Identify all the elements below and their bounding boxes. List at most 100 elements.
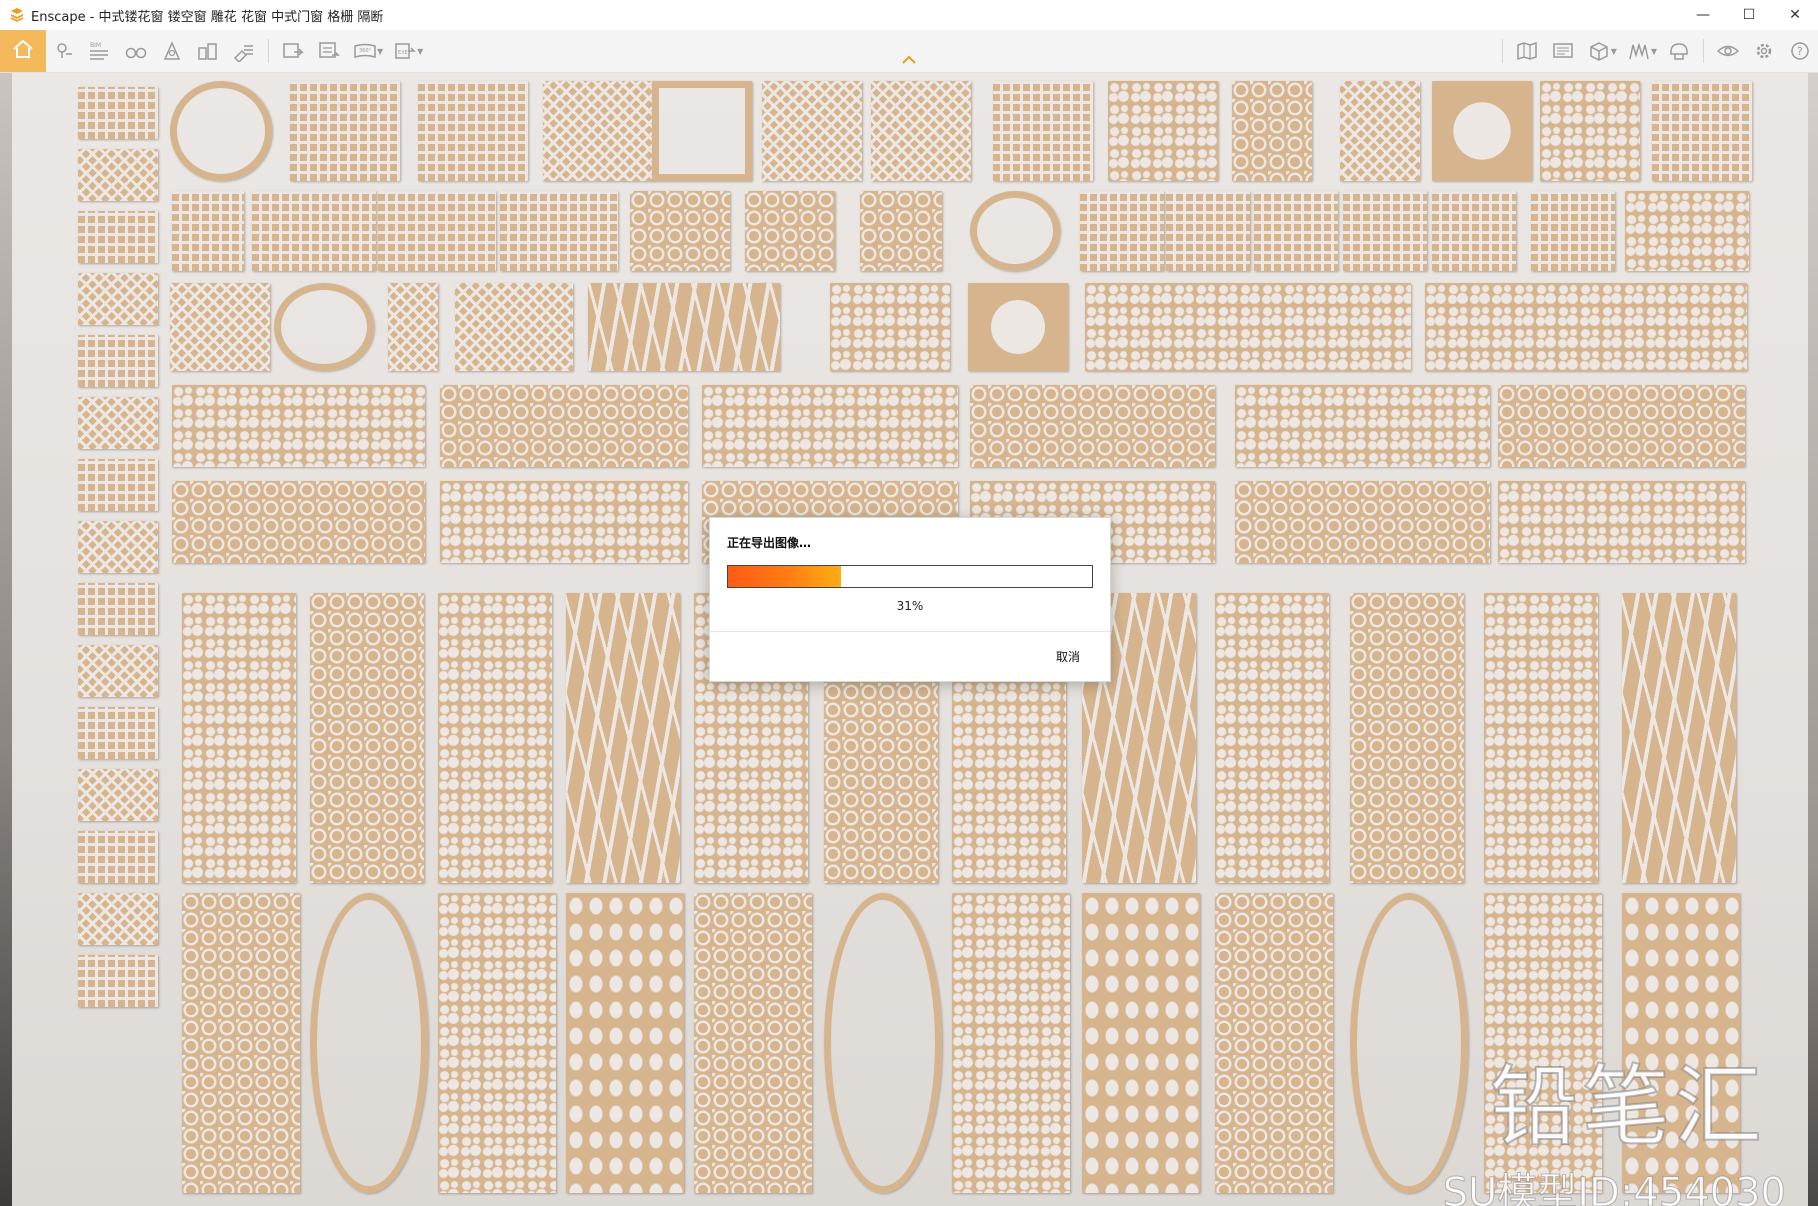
carved-wood-panel [1432,191,1516,271]
minimize-button[interactable]: — [1680,0,1726,30]
dialog-divider [710,631,1110,632]
material-editor-icon [1627,40,1651,62]
help-button[interactable]: ? [1782,30,1818,72]
progress-percent: 31% [896,599,924,613]
watermark-model-id: SU模型ID:454030 [1442,1170,1786,1206]
carved-wood-panel [566,593,680,883]
batch-render-icon [317,40,341,62]
carved-wood-panel [543,81,653,181]
carved-wood-panel [952,893,1070,1193]
carved-wood-panel [78,955,158,1007]
carved-wood-panel [1085,283,1411,371]
carved-wood-panel [1232,81,1312,181]
carved-wood-panel [871,81,971,181]
carved-wood-panel [968,283,1068,371]
carved-wood-panel [172,385,425,467]
material-editor-button[interactable] [1621,30,1657,72]
carved-wood-panel [1082,893,1200,1193]
asset-library-button[interactable] [1581,30,1617,72]
carved-wood-panel [78,273,158,325]
carved-wood-panel [182,593,296,883]
home-button[interactable] [0,30,46,72]
carved-wood-panel [78,521,158,573]
carved-wood-panel [78,397,158,449]
carved-wood-panel [830,283,950,371]
bim-button[interactable]: BIM [82,30,118,72]
visual-settings-button[interactable] [1710,30,1746,72]
carved-wood-panel [290,81,400,181]
carved-wood-panel [252,191,376,271]
carved-wood-panel [1540,81,1640,181]
carved-wood-panel [78,583,158,635]
carved-wood-panel [970,191,1060,271]
carved-wood-panel [388,283,438,371]
views-button[interactable] [118,30,154,72]
maximize-button[interactable]: ☐ [1726,0,1772,30]
carved-wood-panel [172,481,425,563]
toolbar-separator [268,39,269,63]
window-title: Enscape - 中式镂花窗 镂空窗 雕花 花窗 中式门窗 格栅 隔断 [31,9,384,25]
carved-wood-panel [500,191,618,271]
rename-button[interactable] [226,30,262,72]
video-editor-button[interactable] [1545,30,1581,72]
carved-wood-panel [993,81,1093,181]
rename-icon [232,40,256,62]
carved-wood-panel [170,283,270,371]
panorama-button[interactable]: 360° [347,30,383,72]
carved-wood-panel [824,893,942,1193]
export-button[interactable]: EXE [387,30,423,72]
batch-render-button[interactable] [311,30,347,72]
map-button[interactable] [1509,30,1545,72]
buildings-icon [196,40,220,62]
carved-wood-panel [702,385,958,467]
carved-wood-panel [78,211,158,263]
carved-wood-panel [1350,593,1464,883]
assets-button[interactable] [190,30,226,72]
carved-wood-panel [694,893,812,1193]
carved-wood-panel [1652,81,1752,181]
svg-text:EXE: EXE [398,50,408,56]
viewport-left-edge [0,73,12,1206]
carved-wood-panel [1625,191,1749,271]
carved-wood-panel [566,893,684,1193]
close-button[interactable]: ✕ [1772,0,1818,30]
svg-text:?: ? [1797,45,1803,58]
carved-wood-panel [1531,191,1615,271]
carved-wood-panel [78,149,158,201]
carved-wood-panel [1425,283,1747,371]
carved-wood-panel [970,385,1215,467]
carved-wood-panel [860,191,942,271]
window-controls: — ☐ ✕ [1680,0,1818,30]
progress-fill [728,566,841,587]
location-button[interactable] [46,30,82,72]
carved-wood-panel [1215,893,1333,1193]
viewport-right-edge [1808,73,1818,1206]
screenshot-button[interactable] [275,30,311,72]
title-bar: Enscape - 中式镂花窗 镂空窗 雕花 花窗 中式门窗 格栅 隔断 — ☐… [0,0,1818,30]
carved-wood-panel [1215,593,1329,883]
export-exe-icon: EXE [393,40,417,62]
carved-wood-panel [1432,81,1532,181]
toolbar-group-tools: ▼ ▼ ? [1496,30,1818,72]
panorama-icon: 360° [353,40,377,62]
cancel-button[interactable]: 取消 [1056,648,1080,665]
enscape-window: Enscape - 中式镂花窗 镂空窗 雕花 花窗 中式门窗 格栅 隔断 — ☐… [0,0,1818,1206]
carved-wood-panel [1484,593,1598,883]
carved-wood-panel [418,81,528,181]
watermark-brand: 铅笔汇 [1489,1055,1766,1158]
location-pin-icon [53,40,75,62]
atmosphere-button[interactable] [154,30,190,72]
carved-wood-panel [170,81,272,181]
vr-headset-button[interactable] [1661,30,1697,72]
carved-wood-panel [1622,593,1736,883]
export-progress-bar [727,565,1093,588]
carved-wood-panel [1498,481,1745,563]
general-settings-button[interactable] [1746,30,1782,72]
sun-icon [161,40,183,62]
collapse-toolbar-button[interactable] [896,52,922,66]
help-icon: ? [1788,40,1812,62]
carved-wood-panel [310,593,424,883]
carved-wood-panel [78,459,158,511]
carved-wood-panel [1235,385,1490,467]
carved-wood-panel [1340,81,1420,181]
